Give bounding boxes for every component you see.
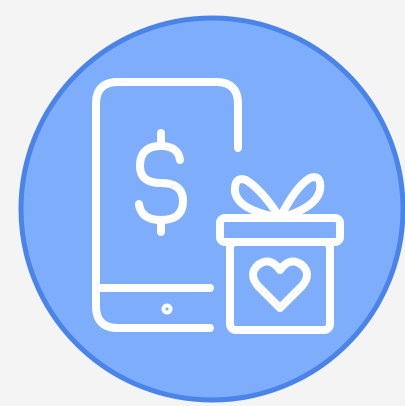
circle-background xyxy=(18,15,405,403)
dollar-sign-icon xyxy=(135,129,187,236)
icon-canvas xyxy=(0,0,405,406)
home-button-dot xyxy=(161,303,173,315)
mobile-payment-gift-icon xyxy=(18,15,405,403)
